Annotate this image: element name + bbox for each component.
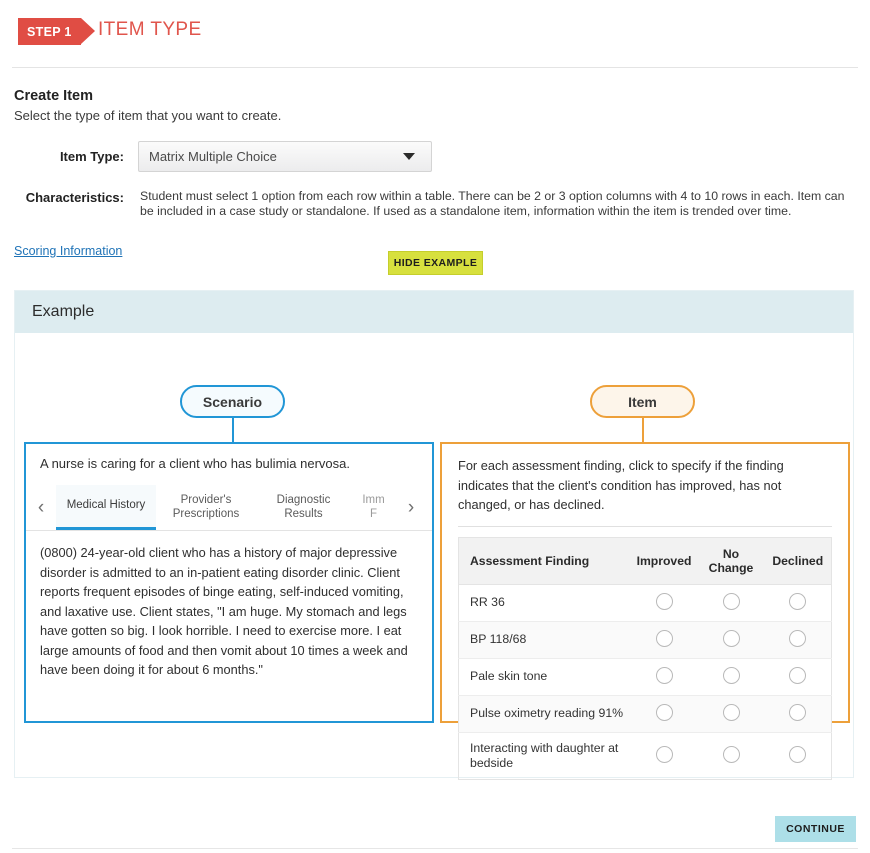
radio-declined[interactable] bbox=[789, 666, 807, 684]
radio-improved[interactable] bbox=[655, 703, 673, 721]
matrix-row-label: Pale skin tone bbox=[458, 658, 631, 696]
item-connector bbox=[642, 418, 644, 442]
matrix-cell bbox=[764, 658, 832, 696]
item-type-select[interactable]: Matrix Multiple Choice bbox=[138, 141, 432, 172]
matrix-header-row: Assessment Finding Improved No Change De… bbox=[458, 537, 832, 585]
matrix-cell bbox=[765, 732, 832, 779]
matrix-table: Assessment Finding Improved No Change De… bbox=[458, 536, 832, 780]
scenario-panel: A nurse is caring for a client who has b… bbox=[24, 442, 434, 723]
hide-example-button[interactable]: HIDE EXAMPLE bbox=[388, 251, 483, 275]
radio-no-change[interactable] bbox=[722, 745, 740, 763]
matrix-row-label: Pulse oximetry reading 91% bbox=[458, 695, 631, 733]
tab-prev-arrow-icon[interactable]: ‹ bbox=[26, 485, 56, 530]
table-row: Pale skin tone bbox=[458, 658, 832, 696]
matrix-cell bbox=[764, 584, 832, 622]
scoring-information-link[interactable]: Scoring Information bbox=[14, 244, 122, 258]
table-row: RR 36 bbox=[458, 584, 832, 622]
matrix-cell bbox=[697, 584, 765, 622]
radio-improved[interactable] bbox=[655, 745, 673, 763]
radio-no-change[interactable] bbox=[722, 703, 740, 721]
scenario-tabs: ‹ Medical History Provider's Prescriptio… bbox=[26, 485, 432, 531]
matrix-header-no-change: No Change bbox=[697, 537, 765, 585]
table-row: Interacting with daughter at bedside bbox=[459, 732, 832, 779]
step-badge-label: STEP 1 bbox=[18, 18, 81, 45]
scenario-connector bbox=[232, 418, 234, 442]
matrix-cell bbox=[764, 695, 832, 733]
tab-providers-prescriptions[interactable]: Provider's Prescriptions bbox=[156, 485, 256, 530]
matrix-body: RR 36 BP 118/68 Pale skin tone Pulse oxi… bbox=[458, 584, 832, 779]
matrix-cell bbox=[630, 584, 698, 622]
step-header: STEP 1 ITEM TYPE bbox=[0, 0, 870, 67]
step-badge: STEP 1 bbox=[18, 18, 95, 45]
matrix-row-label: RR 36 bbox=[458, 584, 631, 622]
tab-next-arrow-icon[interactable]: › bbox=[396, 485, 426, 530]
header-divider bbox=[12, 67, 858, 68]
tab-diagnostic-results[interactable]: Diagnostic Results bbox=[256, 485, 351, 530]
matrix-cell bbox=[697, 695, 765, 733]
radio-declined[interactable] bbox=[789, 745, 807, 763]
create-item-subheading: Select the type of item that you want to… bbox=[14, 108, 282, 123]
item-type-label: Item Type: bbox=[59, 149, 124, 164]
item-stem: For each assessment finding, click to sp… bbox=[458, 458, 784, 512]
table-row: Pulse oximetry reading 91% bbox=[458, 695, 832, 733]
characteristics-label: Characteristics: bbox=[25, 190, 124, 205]
radio-declined[interactable] bbox=[789, 592, 807, 610]
page-root: STEP 1 ITEM TYPE Create Item Select the … bbox=[0, 0, 870, 853]
example-body: Scenario Item A nurse is caring for a cl… bbox=[15, 333, 853, 780]
radio-no-change[interactable] bbox=[722, 666, 740, 684]
matrix-cell bbox=[630, 695, 698, 733]
radio-improved[interactable] bbox=[655, 629, 673, 647]
table-row: BP 118/68 bbox=[458, 621, 832, 659]
characteristics-text: Student must select 1 option from each r… bbox=[140, 189, 845, 218]
radio-improved[interactable] bbox=[655, 592, 673, 610]
create-item-heading: Create Item bbox=[14, 88, 93, 104]
radio-declined[interactable] bbox=[789, 629, 807, 647]
matrix-cell bbox=[764, 621, 832, 659]
item-divider bbox=[458, 525, 832, 527]
page-title: ITEM TYPE bbox=[98, 19, 202, 40]
radio-no-change[interactable] bbox=[722, 629, 740, 647]
example-card: Example Scenario Item A nurse is caring … bbox=[14, 290, 854, 780]
matrix-header-declined: Declined bbox=[764, 537, 832, 585]
radio-improved[interactable] bbox=[655, 666, 673, 684]
matrix-cell bbox=[631, 732, 698, 779]
matrix-cell bbox=[697, 658, 765, 696]
tab-partial-hidden[interactable]: Imm F bbox=[351, 485, 396, 530]
item-pill: Item bbox=[590, 385, 695, 418]
scenario-body-text: (0800) 24-year-old client who has a hist… bbox=[40, 545, 408, 677]
continue-button[interactable]: CONTINUE bbox=[775, 816, 856, 842]
radio-no-change[interactable] bbox=[722, 592, 740, 610]
step-arrow-icon bbox=[80, 18, 95, 44]
matrix-header-finding: Assessment Finding bbox=[458, 537, 631, 585]
matrix-header-improved: Improved bbox=[630, 537, 698, 585]
matrix-cell bbox=[630, 621, 698, 659]
scenario-stem: A nurse is caring for a client who has b… bbox=[40, 456, 350, 471]
matrix-cell bbox=[698, 732, 765, 779]
matrix-cell bbox=[630, 658, 698, 696]
example-header: Example bbox=[15, 291, 853, 333]
matrix-cell bbox=[697, 621, 765, 659]
chevron-down-icon bbox=[403, 153, 415, 160]
tab-medical-history[interactable]: Medical History bbox=[56, 485, 156, 530]
radio-declined[interactable] bbox=[789, 703, 807, 721]
matrix-row-label: BP 118/68 bbox=[458, 621, 631, 659]
matrix-row-label: Interacting with daughter at bedside bbox=[470, 740, 619, 770]
scenario-pill: Scenario bbox=[180, 385, 285, 418]
item-type-selected-value: Matrix Multiple Choice bbox=[149, 149, 277, 164]
footer-divider bbox=[12, 848, 858, 849]
item-panel: For each assessment finding, click to sp… bbox=[440, 442, 850, 780]
